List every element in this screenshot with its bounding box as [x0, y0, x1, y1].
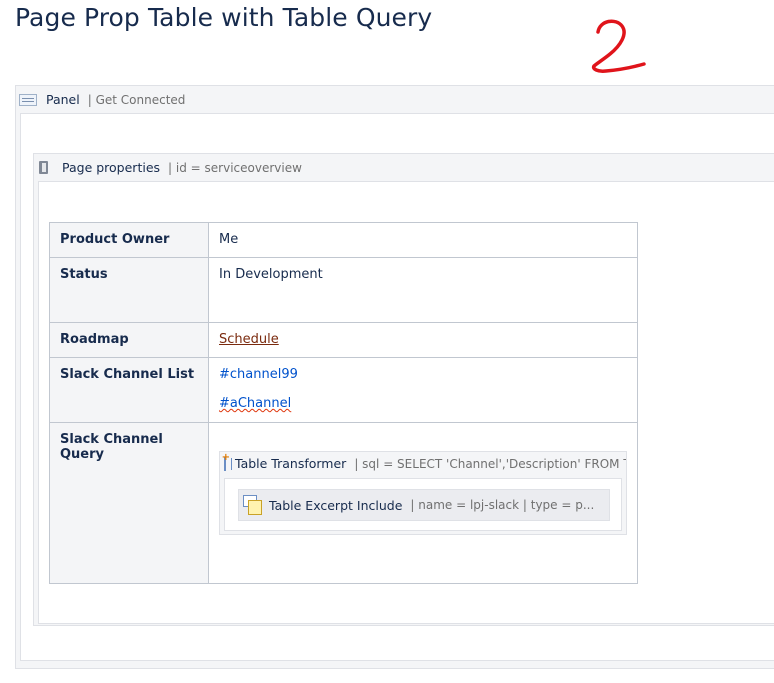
lorem-ipsum-panel-icon [19, 93, 37, 106]
row-value-slack-channel-query: + Table Transformer | sql = SELECT 'Chan… [208, 422, 638, 584]
table-row: Status In Development [49, 257, 638, 323]
table-transformer-params: | sql = SELECT 'Channel','Description' F… [354, 456, 627, 471]
row-value-slack-channel-list: #channel99 #aChannel [208, 357, 638, 423]
table-row: Roadmap Schedule [49, 322, 638, 358]
channel-link-achannel[interactable]: #aChannel [219, 396, 627, 411]
table-excerpt-include-label: Table Excerpt Include [269, 497, 403, 513]
panel-macro-body: Page properties | id = serviceoverview P… [20, 113, 774, 661]
table-transformer-body: Table Excerpt Include | name = lpj-slack… [224, 478, 622, 531]
page-properties-macro-label: Page properties [62, 160, 161, 175]
book-icon [39, 161, 48, 174]
schedule-link[interactable]: Schedule [219, 332, 279, 347]
row-key-status: Status [49, 257, 209, 323]
table-row: Product Owner Me [49, 222, 638, 258]
table-transformer-macro-header[interactable]: + Table Transformer | sql = SELECT 'Chan… [220, 452, 626, 475]
table-transformer-icon: + [222, 452, 232, 471]
page-properties-macro[interactable]: Page properties | id = serviceoverview P… [33, 153, 774, 626]
panel-macro[interactable]: Panel | Get Connected Page properties | … [15, 85, 774, 669]
table-excerpt-include-header[interactable]: Table Excerpt Include | name = lpj-slack… [239, 490, 609, 520]
row-key-roadmap: Roadmap [49, 322, 209, 358]
panel-macro-label: Panel [46, 92, 80, 107]
table-excerpt-include-params: | name = lpj-slack | type = p... [410, 498, 595, 512]
page-properties-table: Product Owner Me Status In Development R… [49, 222, 638, 584]
panel-macro-header[interactable]: Panel | Get Connected [16, 86, 774, 113]
handwritten-annotation [591, 19, 646, 73]
row-key-product-owner: Product Owner [49, 222, 209, 258]
page-properties-macro-params: | id = serviceoverview [168, 160, 302, 175]
table-excerpt-include-macro[interactable]: Table Excerpt Include | name = lpj-slack… [238, 489, 610, 521]
row-value-roadmap: Schedule [208, 322, 638, 358]
table-excerpt-icon [243, 495, 263, 515]
row-value-product-owner[interactable]: Me [208, 222, 638, 258]
row-key-slack-channel-list: Slack Channel List [49, 357, 209, 423]
page-properties-macro-header[interactable]: Page properties | id = serviceoverview [34, 154, 774, 181]
row-value-status[interactable]: In Development [208, 257, 638, 323]
panel-macro-params: | Get Connected [87, 92, 186, 107]
table-row: Slack Channel Query + Table Transformer … [49, 422, 638, 584]
channel-link-channel99[interactable]: #channel99 [219, 367, 627, 382]
page-title: Page Prop Table with Table Query [15, 3, 433, 32]
table-row: Slack Channel List #channel99 #aChannel [49, 357, 638, 423]
page-properties-macro-body: Product Owner Me Status In Development R… [38, 181, 774, 624]
table-transformer-macro[interactable]: + Table Transformer | sql = SELECT 'Chan… [219, 451, 627, 535]
table-transformer-label: Table Transformer [235, 456, 347, 471]
achannel-link-text: #aChannel [219, 396, 292, 411]
row-key-slack-channel-query: Slack Channel Query [49, 422, 209, 584]
